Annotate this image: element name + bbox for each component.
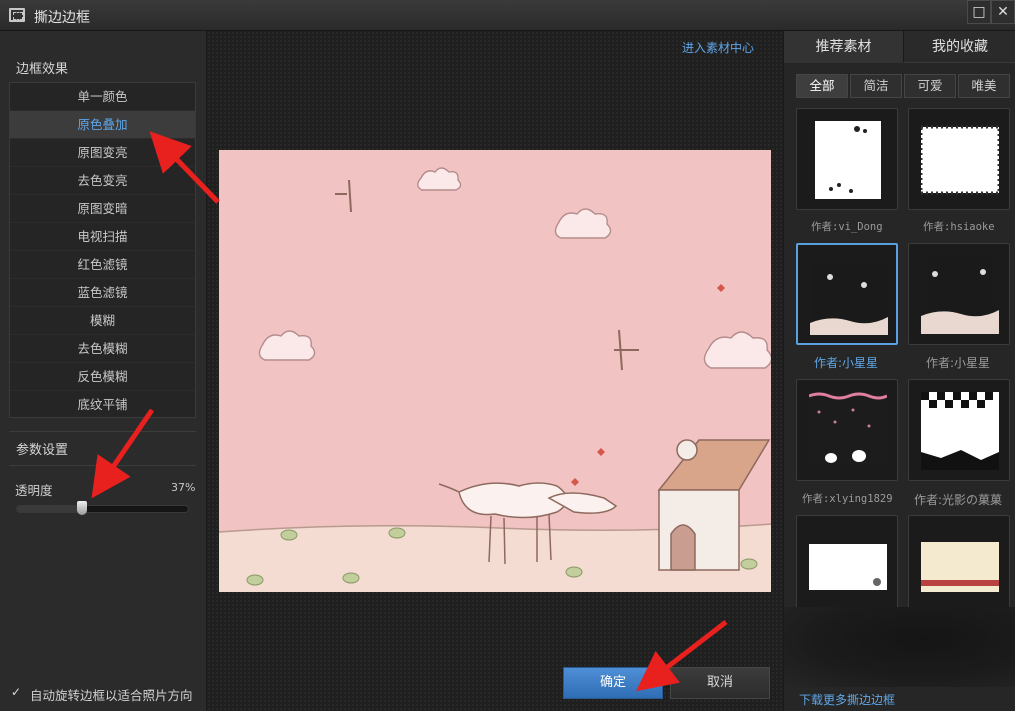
download-more-link[interactable]: 下载更多撕边边框 bbox=[799, 691, 895, 708]
ok-button[interactable]: 确定 bbox=[563, 667, 663, 699]
obscured-area bbox=[784, 607, 1015, 687]
border-thumbnail[interactable] bbox=[796, 379, 898, 481]
app-window: 撕边边框 □ ✕ 边框效果 单一颜色 原色叠加 原图变亮 去色变亮 原图变暗 电… bbox=[0, 0, 1015, 711]
effect-item-selected[interactable]: 原色叠加 bbox=[10, 111, 195, 139]
border-thumbnail[interactable] bbox=[908, 108, 1010, 210]
effect-item[interactable]: 底纹平铺 bbox=[10, 391, 195, 419]
thumbnail-image bbox=[809, 544, 887, 590]
divider bbox=[9, 465, 196, 466]
thumbnail-author-selected: 作者:小星星 bbox=[814, 356, 879, 370]
opacity-slider-fill bbox=[17, 506, 81, 512]
thumbnail-image bbox=[815, 121, 881, 199]
effects-list: 单一颜色 原色叠加 原图变亮 去色变亮 原图变暗 电视扫描 红色滤镜 蓝色滤镜 … bbox=[9, 82, 196, 419]
thumbnail-image bbox=[921, 256, 999, 334]
preview-area: 进入素材中心 确定 取消 bbox=[207, 31, 783, 711]
thumbnail-image bbox=[809, 392, 887, 470]
thumbnail-author: 作者:光影の菓菓 bbox=[914, 493, 1003, 507]
effect-item[interactable]: 原图变亮 bbox=[10, 139, 195, 167]
opacity-label: 透明度 bbox=[15, 483, 53, 498]
opacity-slider-track[interactable] bbox=[16, 505, 189, 513]
opacity-value: 37% bbox=[171, 481, 196, 494]
border-thumbnail[interactable] bbox=[908, 243, 1010, 345]
divider bbox=[9, 431, 196, 432]
filter-beautiful[interactable]: 唯美 bbox=[958, 74, 1010, 98]
right-panel: 推荐素材 我的收藏 全部 简洁 可爱 唯美 作者:vi_Dong 作者:hsia… bbox=[783, 31, 1015, 711]
border-thumbnail-selected[interactable] bbox=[796, 243, 898, 345]
params-section-title: 参数设置 bbox=[16, 443, 69, 458]
effects-section-title: 边框效果 bbox=[16, 62, 69, 77]
effect-item[interactable]: 原图变暗 bbox=[10, 195, 195, 223]
thumbnail-image bbox=[921, 125, 999, 195]
thumbnail-author: 作者:hsiaoke bbox=[923, 221, 995, 233]
title-bar: 撕边边框 □ ✕ bbox=[0, 0, 1015, 31]
border-thumbnail[interactable] bbox=[908, 379, 1010, 481]
filter-cute[interactable]: 可爱 bbox=[904, 74, 956, 98]
thumbnail-author: 作者:vi_Dong bbox=[811, 221, 883, 233]
effect-item[interactable]: 单一颜色 bbox=[10, 83, 195, 111]
cancel-button[interactable]: 取消 bbox=[670, 667, 770, 699]
tab-recommended[interactable]: 推荐素材 bbox=[784, 31, 903, 63]
maximize-button[interactable]: □ bbox=[967, 0, 991, 24]
effect-item[interactable]: 模糊 bbox=[10, 307, 195, 335]
close-button[interactable]: ✕ bbox=[991, 0, 1015, 24]
frame-icon bbox=[9, 8, 25, 22]
effect-item[interactable]: 去色变亮 bbox=[10, 167, 195, 195]
filter-simple[interactable]: 简洁 bbox=[850, 74, 902, 98]
thumbnail-image bbox=[921, 392, 999, 470]
tab-favorites[interactable]: 我的收藏 bbox=[903, 31, 1015, 63]
border-thumbnail[interactable] bbox=[796, 108, 898, 210]
effect-item[interactable]: 去色模糊 bbox=[10, 335, 195, 363]
thumbnail-image bbox=[921, 542, 999, 592]
border-thumbnail[interactable] bbox=[908, 515, 1010, 617]
left-panel: 边框效果 单一颜色 原色叠加 原图变亮 去色变亮 原图变暗 电视扫描 红色滤镜 … bbox=[0, 31, 207, 711]
auto-rotate-checkbox[interactable]: ✓ bbox=[11, 686, 24, 699]
effect-item[interactable]: 电视扫描 bbox=[10, 223, 195, 251]
auto-rotate-label: 自动旋转边框以适合照片方向 bbox=[30, 688, 193, 703]
effect-item[interactable]: 反色模糊 bbox=[10, 363, 195, 391]
border-thumbnail[interactable] bbox=[796, 515, 898, 617]
window-title: 撕边边框 bbox=[34, 10, 90, 26]
preview-image bbox=[219, 150, 771, 592]
effect-item[interactable]: 蓝色滤镜 bbox=[10, 279, 195, 307]
opacity-slider-thumb[interactable] bbox=[77, 501, 87, 515]
filter-all[interactable]: 全部 bbox=[796, 74, 848, 98]
material-center-link[interactable]: 进入素材中心 bbox=[682, 39, 754, 56]
thumbnail-image bbox=[810, 257, 888, 335]
thumbnail-author: 作者:小星星 bbox=[926, 356, 991, 370]
effect-item[interactable]: 红色滤镜 bbox=[10, 251, 195, 279]
thumbnail-author: 作者:xlying1829 bbox=[802, 493, 893, 505]
